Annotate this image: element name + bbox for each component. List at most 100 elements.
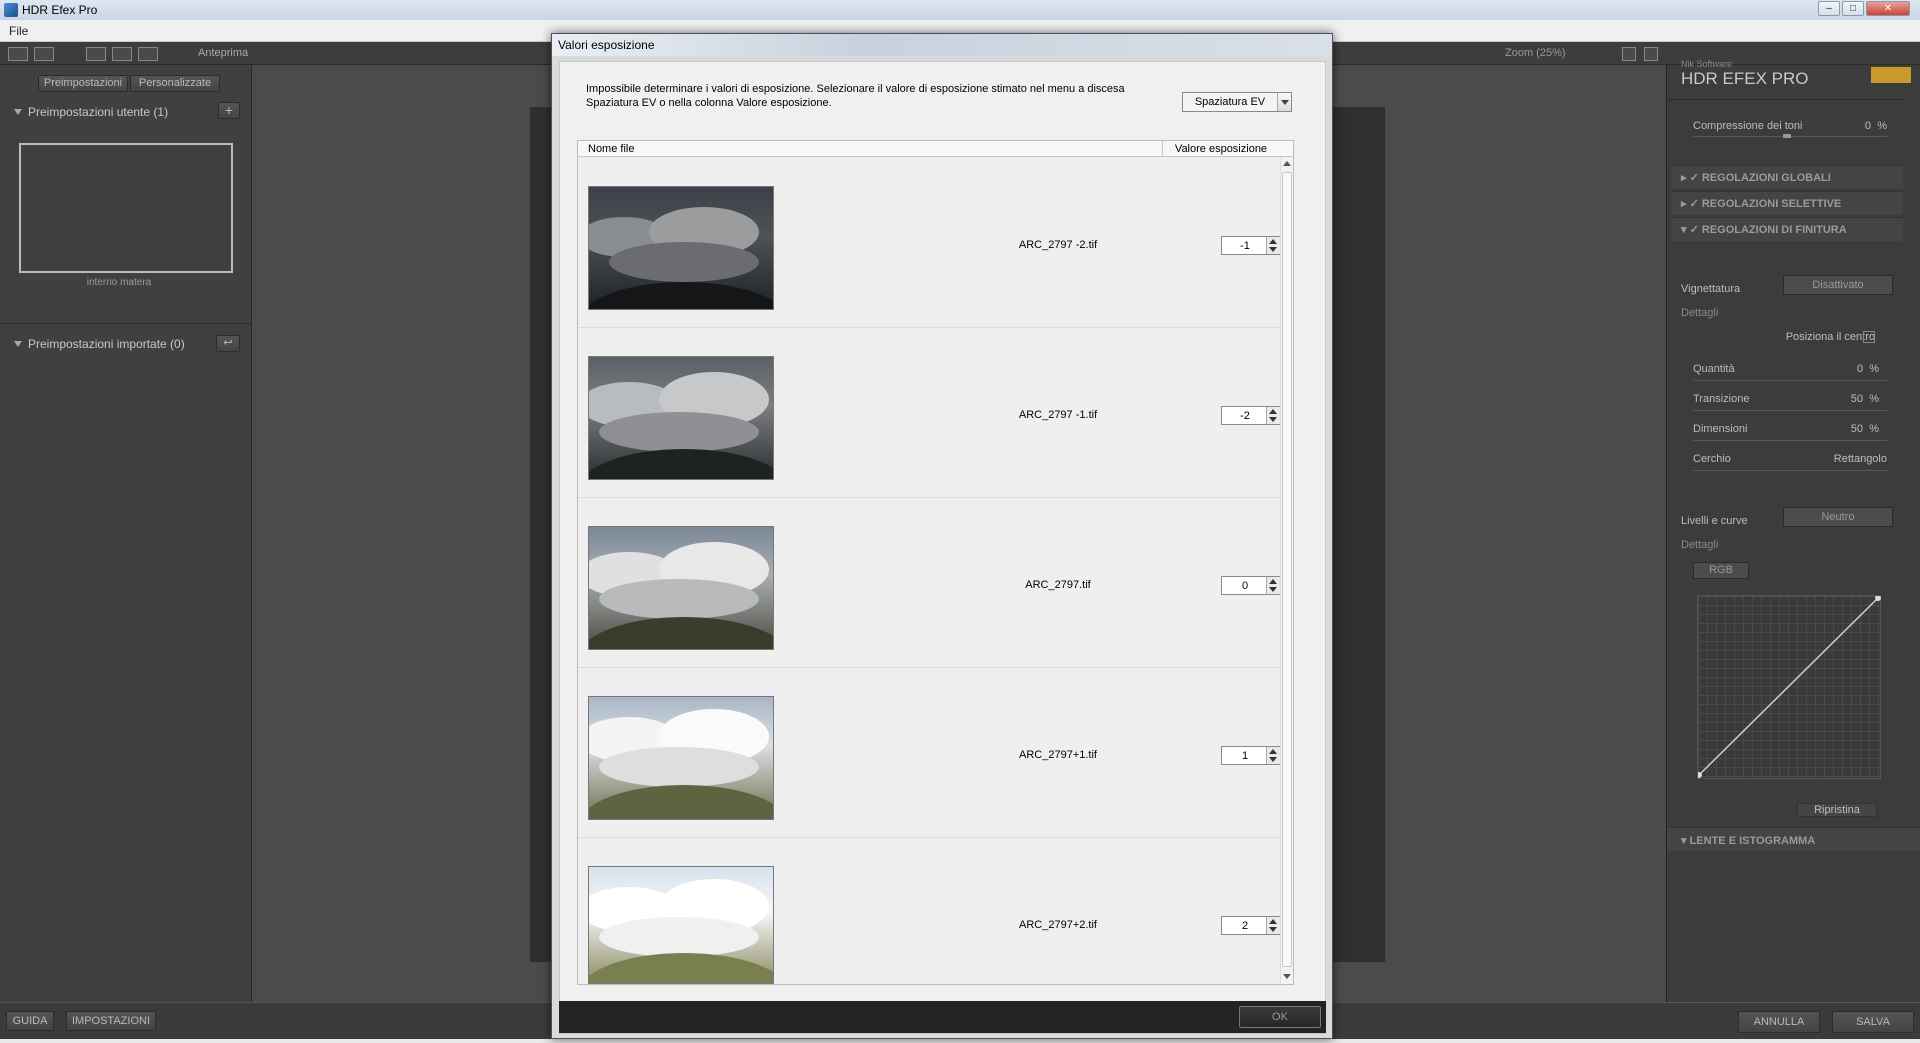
maximize-button[interactable]: □	[1842, 1, 1864, 16]
triangle-down-icon	[14, 341, 22, 347]
arrow-down-icon[interactable]	[1269, 587, 1277, 592]
exposure-value[interactable]: 0	[1222, 580, 1268, 592]
user-presets-header[interactable]: Preimpostazioni utente (1)	[14, 105, 168, 119]
exposure-value[interactable]: 1	[1222, 750, 1268, 762]
ev-spacing-value: Spaziatura EV	[1194, 96, 1266, 108]
chevron-down-icon[interactable]	[1277, 93, 1291, 111]
preset-thumbnail[interactable]	[19, 143, 233, 273]
vignette-shape-value: Rettangolo	[1833, 453, 1887, 465]
layout-split-icon[interactable]	[112, 47, 132, 61]
position-center-label: Posiziona il centro	[1785, 331, 1875, 343]
arrow-down-icon[interactable]	[1269, 247, 1277, 252]
pin-icon[interactable]	[1622, 47, 1636, 61]
vignette-dropdown[interactable]: Disattivato	[1783, 275, 1893, 295]
tone-compression-unit: %	[1877, 120, 1887, 132]
exposure-table: Nome file Valore esposizione ARC_2797 -2…	[577, 140, 1294, 985]
rgb-channel-dropdown[interactable]: RGB	[1693, 562, 1749, 579]
ev-spacing-dropdown[interactable]: Spaziatura EV	[1182, 92, 1292, 112]
spinner-buttons[interactable]	[1266, 237, 1280, 254]
exposure-spinner[interactable]: 2	[1221, 916, 1280, 935]
preview-button[interactable]: Anteprima	[198, 47, 248, 59]
vignette-size-unit: %	[1869, 423, 1879, 435]
ok-button[interactable]: OK	[1239, 1006, 1321, 1028]
exposure-value[interactable]: -2	[1222, 410, 1268, 422]
vignette-shape-slider[interactable]	[1693, 470, 1887, 471]
add-preset-button[interactable]: +	[218, 102, 240, 119]
position-center-button[interactable]	[1863, 331, 1875, 343]
exposure-value[interactable]: 2	[1222, 920, 1268, 932]
settings-button[interactable]: IMPOSTAZIONI	[66, 1011, 156, 1031]
exposure-values-dialog: Valori esposizione Impossibile determina…	[551, 33, 1333, 1039]
slider-handle[interactable]	[1783, 134, 1791, 138]
table-row[interactable]: ARC_2797+1.tif 1	[578, 668, 1280, 838]
save-button[interactable]: SALVA	[1832, 1011, 1914, 1033]
column-header-exposure[interactable]: Valore esposizione	[1162, 143, 1280, 155]
spinner-buttons[interactable]	[1266, 407, 1280, 424]
section-global-adjustments[interactable]: ▸ ✓ REGOLAZIONI GLOBALI	[1671, 165, 1903, 189]
curve-line	[1698, 596, 1881, 778]
scroll-down-icon[interactable]	[1283, 974, 1291, 979]
arrow-up-icon[interactable]	[1269, 239, 1277, 244]
dialog-footer: OK	[559, 1001, 1326, 1033]
close-button[interactable]: ✕	[1866, 1, 1910, 16]
minimize-button[interactable]: –	[1818, 1, 1840, 16]
cancel-button[interactable]: ANNULLA	[1738, 1011, 1820, 1033]
vignette-details-label[interactable]: Dettagli	[1681, 307, 1718, 319]
single-view-icon[interactable]	[8, 47, 28, 61]
spinner-buttons[interactable]	[1266, 747, 1280, 764]
tab-presets[interactable]: Preimpostazioni	[38, 75, 128, 92]
layout-single-icon[interactable]	[86, 47, 106, 61]
exposure-spinner[interactable]: 0	[1221, 576, 1280, 595]
spinner-buttons[interactable]	[1266, 917, 1280, 934]
section-finishing-adjustments[interactable]: ▾ ✓ REGOLAZIONI DI FINITURA	[1671, 217, 1903, 241]
spinner-buttons[interactable]	[1266, 577, 1280, 594]
thumbnail-image	[588, 356, 774, 480]
thumbnail-image	[588, 186, 774, 310]
curves-graph[interactable]	[1697, 595, 1881, 779]
levels-dropdown[interactable]: Neutro	[1783, 507, 1893, 527]
menu-file[interactable]: File	[9, 24, 28, 38]
layout-side-icon[interactable]	[138, 47, 158, 61]
exposure-value[interactable]: -1	[1222, 240, 1268, 252]
exposure-spinner[interactable]: 1	[1221, 746, 1280, 765]
arrow-down-icon[interactable]	[1269, 927, 1277, 932]
scrollbar-thumb[interactable]	[1282, 172, 1292, 967]
vertical-scrollbar[interactable]	[1280, 158, 1293, 984]
section-loupe-histogram[interactable]: ▾ LENTE E ISTOGRAMMA	[1667, 827, 1920, 851]
arrow-up-icon[interactable]	[1269, 579, 1277, 584]
arrow-up-icon[interactable]	[1269, 919, 1277, 924]
import-preset-button[interactable]: ↩	[216, 335, 240, 352]
thumbnail-image	[588, 526, 774, 650]
column-header-file[interactable]: Nome file	[588, 143, 634, 155]
table-row[interactable]: ARC_2797+2.tif 2	[578, 838, 1280, 984]
exposure-spinner[interactable]: -2	[1221, 406, 1280, 425]
zoom-control[interactable]: Zoom (25%)	[1505, 47, 1566, 59]
imported-presets-header[interactable]: Preimpostazioni importate (0)	[14, 337, 185, 351]
section-selective-adjustments[interactable]: ▸ ✓ REGOLAZIONI SELETTIVE	[1671, 191, 1903, 215]
vignette-size-label: Dimensioni	[1693, 423, 1748, 435]
arrow-down-icon[interactable]	[1269, 417, 1277, 422]
arrow-down-icon[interactable]	[1269, 757, 1277, 762]
product-logo: HDR EFEX PRO	[1681, 69, 1809, 88]
scroll-up-icon[interactable]	[1283, 161, 1291, 166]
exposure-spinner[interactable]: -1	[1221, 236, 1280, 255]
table-header: Nome file Valore esposizione	[578, 141, 1293, 157]
reset-curves-button[interactable]: Ripristina	[1797, 803, 1877, 817]
table-row[interactable]: ARC_2797 -1.tif -2	[578, 328, 1280, 498]
vignette-transition-slider[interactable]	[1693, 410, 1887, 411]
vignette-shape-label: Cerchio	[1693, 453, 1731, 465]
vignette-size-slider[interactable]	[1693, 440, 1887, 441]
arrow-up-icon[interactable]	[1269, 749, 1277, 754]
nik-logo-icon	[1871, 67, 1911, 83]
vignette-size-value: 50	[1850, 423, 1863, 435]
arrow-up-icon[interactable]	[1269, 409, 1277, 414]
tab-custom[interactable]: Personalizzate	[130, 75, 220, 92]
vignette-amount-slider[interactable]	[1693, 380, 1887, 381]
table-row[interactable]: ARC_2797 -2.tif -1	[578, 158, 1280, 328]
help-button[interactable]: GUIDA	[6, 1011, 54, 1031]
grid-view-icon[interactable]	[34, 47, 54, 61]
tone-compression-value: 0	[1864, 120, 1871, 132]
levels-details-label[interactable]: Dettagli	[1681, 539, 1718, 551]
table-row[interactable]: ARC_2797.tif 0	[578, 498, 1280, 668]
export-icon[interactable]	[1644, 47, 1658, 61]
